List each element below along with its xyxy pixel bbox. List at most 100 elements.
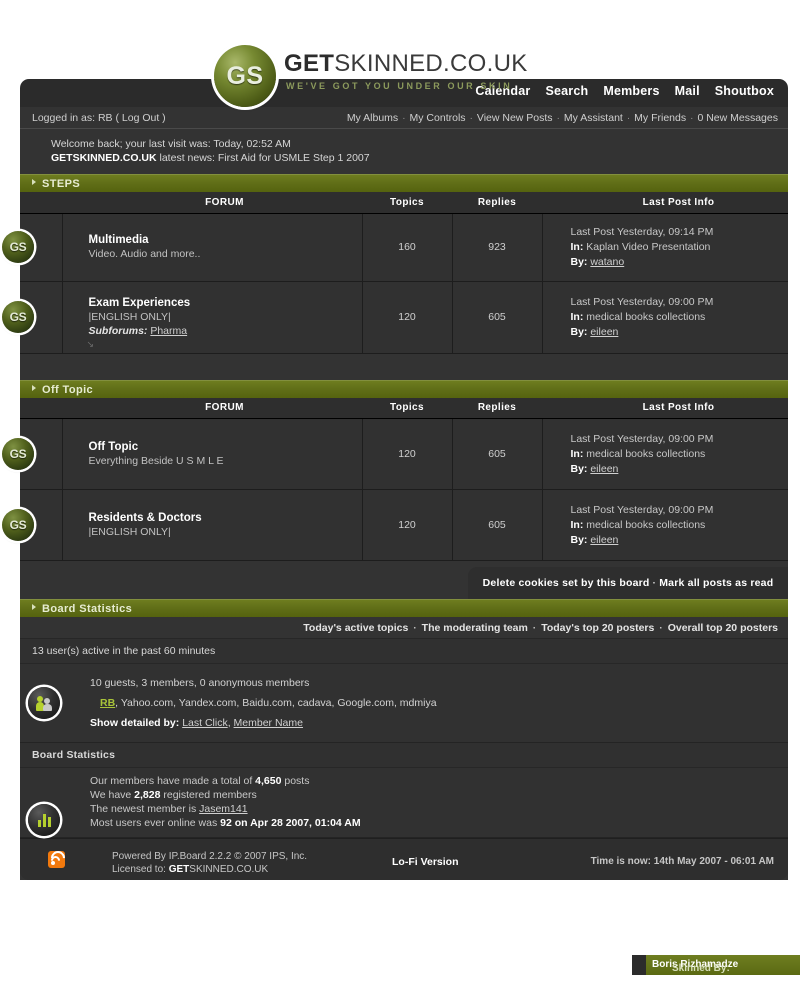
user-link-my-assistant[interactable]: My Assistant [564, 112, 623, 124]
board-container: Logged in as: RB ( Log Out ) My Albums ·… [2, 107, 788, 880]
forum-status-icon[interactable]: GS [2, 438, 34, 470]
forum-status-icon-text: GS [9, 518, 27, 532]
forum-status-icon-text: GS [9, 447, 27, 461]
delete-cookies-link[interactable]: Delete cookies set by this board [483, 577, 650, 589]
forum-icon-cell[interactable]: GS [2, 418, 63, 490]
forum-info-cell: Multimedia Video. Audio and more.. [62, 212, 363, 282]
people-icon-body-2 [42, 703, 52, 711]
stat-registered-members: We have 2,828 registered members [90, 789, 778, 802]
th-last-post: Last Post Info [542, 397, 788, 419]
forum-icon-cell[interactable]: GS [2, 212, 63, 282]
forum-status-icon[interactable]: GS [2, 231, 34, 263]
th-replies: Replies [452, 397, 542, 419]
nav-item-mail[interactable]: Mail [675, 84, 700, 98]
table-row: GS Off Topic Everything Beside U S M L E… [2, 418, 788, 490]
licensed-rest: SKINNED.CO.UK [189, 864, 269, 875]
nav-item-calendar[interactable]: Calendar [475, 84, 530, 98]
expand-corner-icon[interactable]: ↘ [87, 339, 95, 350]
nav-item-shoutbox[interactable]: Shoutbox [715, 84, 774, 98]
forum-icon-cell[interactable]: GS [2, 489, 63, 561]
nav-item-members[interactable]: Members [603, 84, 659, 98]
forum-name[interactable]: Multimedia [89, 234, 354, 246]
forum-description: Video. Audio and more.. [88, 248, 201, 260]
category-header-steps[interactable]: STEPS [20, 174, 788, 192]
table-row: GS Residents & Doctors |ENGLISH ONLY| 12… [2, 489, 788, 561]
detail-link-last-click[interactable]: Last Click [182, 717, 228, 729]
last-post-author[interactable]: eileen [590, 326, 618, 338]
stat-posts-post: posts [281, 775, 310, 787]
user-link-new-messages[interactable]: 0 New Messages [697, 112, 778, 124]
forum-status-icon[interactable]: GS [2, 301, 34, 333]
last-post-author-line: By: eileen [571, 325, 781, 340]
last-post-topic-line: In: medical books collections [571, 518, 781, 533]
site-title-bold: GET [284, 50, 335, 77]
forum-topics-count: 120 [362, 280, 453, 354]
stat-most-online: Most users ever online was 92 on Apr 28 … [90, 817, 778, 830]
active-users-others: , Yahoo.com, Yandex.com, Baidu.com, cada… [115, 697, 437, 709]
last-post-author[interactable]: eileen [590, 534, 618, 546]
in-label: In: [570, 447, 584, 460]
sep: · [687, 112, 697, 124]
nav-item-search[interactable]: Search [545, 84, 588, 98]
detail-link-member-name[interactable]: Member Name [234, 717, 303, 729]
link-moderating-team[interactable]: The moderating team [422, 622, 528, 634]
last-post-topic[interactable]: medical books collections [583, 311, 705, 323]
last-post-topic[interactable]: medical books collections [583, 519, 705, 531]
sep: · [652, 577, 657, 589]
link-todays-active-topics[interactable]: Today's active topics [303, 622, 408, 634]
th-icon [20, 397, 62, 419]
last-post-author-line: By: watano [571, 255, 781, 270]
forum-description: |ENGLISH ONLY| [88, 526, 171, 538]
people-icon-head-2 [43, 697, 50, 704]
link-overall-top-posters[interactable]: Overall top 20 posters [668, 622, 778, 634]
members-breakdown: 10 guests, 3 members, 0 anonymous member… [90, 677, 310, 689]
forum-status-icon-text: GS [9, 240, 27, 254]
footer-lofi-link[interactable]: Lo-Fi Version [392, 856, 459, 868]
forum-info-cell: Exam Experiences |ENGLISH ONLY| Subforum… [62, 280, 363, 354]
forum-name[interactable]: Exam Experiences [89, 297, 354, 309]
stat-online-value: 92 [220, 817, 232, 829]
forum-icon-cell[interactable]: GS [2, 280, 63, 354]
sep: · [399, 112, 409, 124]
user-link-view-new-posts[interactable]: View New Posts [477, 112, 553, 124]
th-last-post: Last Post Info [542, 192, 788, 214]
category-header-off-topic[interactable]: Off Topic [20, 379, 788, 398]
bar-3 [47, 817, 51, 827]
last-post-author[interactable]: watano [590, 256, 624, 268]
active-users-list: RB, Yahoo.com, Yandex.com, Baidu.com, ca… [90, 693, 778, 713]
sep: · [410, 622, 420, 634]
sep: · [656, 622, 666, 634]
active-user-self[interactable]: RB [100, 697, 115, 709]
in-label: In: [570, 240, 584, 253]
stat-posts-value: 4,650 [255, 775, 282, 787]
last-post-topic[interactable]: Kaplan Video Presentation [583, 241, 710, 253]
stat-members-post: registered members [160, 789, 257, 801]
link-todays-top-posters[interactable]: Today's top 20 posters [541, 622, 654, 634]
newest-member-link[interactable]: Jasem141 [199, 803, 247, 815]
user-link-my-friends[interactable]: My Friends [634, 112, 686, 124]
forum-name[interactable]: Off Topic [89, 441, 354, 453]
table-row: GS Exam Experiences |ENGLISH ONLY| Subfo… [2, 280, 788, 354]
rss-icon[interactable] [48, 851, 65, 868]
forum-name[interactable]: Residents & Doctors [89, 512, 354, 524]
category-header-board-statistics[interactable]: Board Statistics [20, 599, 788, 617]
logged-in-text[interactable]: Logged in as: RB ( Log Out ) [32, 112, 166, 124]
last-post-author[interactable]: eileen [590, 463, 618, 475]
user-link-my-controls[interactable]: My Controls [410, 112, 466, 124]
user-link-my-albums[interactable]: My Albums [347, 112, 398, 124]
last-post-time: Last Post Yesterday, 09:14 PM [570, 225, 714, 238]
stat-posts-pre: Our members have made a total of [90, 775, 256, 787]
stat-members-value: 2,828 [134, 789, 161, 801]
chevron-right-icon [32, 179, 36, 185]
skinned-by-tag-cap [632, 955, 646, 975]
forum-description: Everything Beside U S M L E [88, 455, 224, 467]
board-statistics-icon [28, 803, 60, 836]
forum-status-icon[interactable]: GS [2, 509, 34, 541]
th-topics: Topics [362, 397, 452, 419]
forum-replies-count: 605 [452, 280, 543, 354]
stat-online-post: on Apr 28 2007, 01:04 AM [231, 817, 361, 829]
stat-online-pre: Most users ever online was [90, 817, 221, 829]
last-post-topic[interactable]: medical books collections [583, 448, 705, 460]
mark-all-read-link[interactable]: Mark all posts as read [659, 577, 773, 589]
subforum-link-pharma[interactable]: Pharma [150, 325, 187, 337]
